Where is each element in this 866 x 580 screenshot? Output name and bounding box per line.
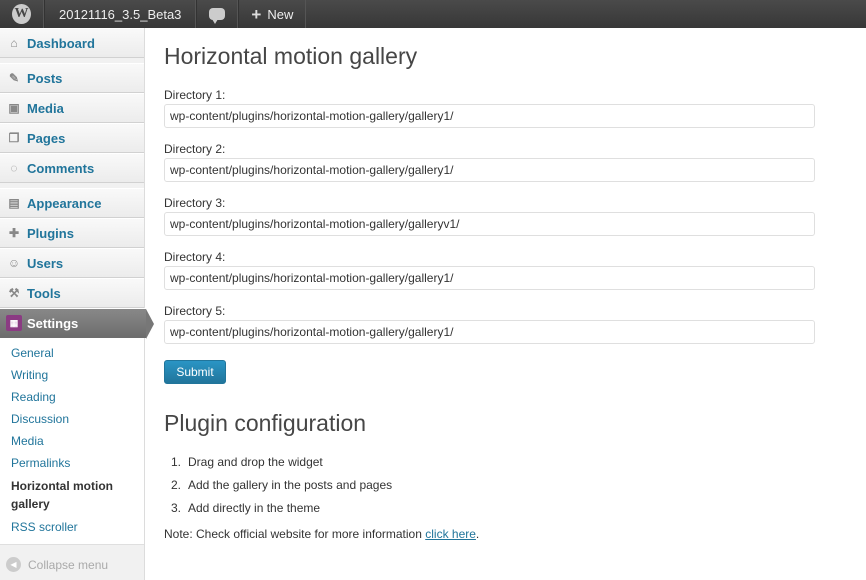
settings-icon: ▦ bbox=[6, 315, 22, 331]
site-name-label: 20121116_3.5_Beta3 bbox=[59, 6, 182, 22]
directory-4-label: Directory 4: bbox=[164, 250, 226, 264]
collapse-menu-button[interactable]: ◀ Collapse menu bbox=[0, 545, 144, 572]
wordpress-logo-icon: W bbox=[12, 4, 31, 24]
plugin-configuration-heading: Plugin configuration bbox=[164, 410, 367, 436]
sidebar-item-tools[interactable]: ⚒ Tools bbox=[0, 278, 144, 308]
sidebar-item-label: Settings bbox=[27, 315, 79, 331]
submenu-item-permalinks[interactable]: Permalinks bbox=[0, 452, 144, 474]
sidebar-item-label: Appearance bbox=[27, 195, 102, 211]
media-icon: ▣ bbox=[8, 101, 20, 115]
collapse-arrow-icon: ◀ bbox=[6, 557, 21, 572]
plug-icon: ✚ bbox=[8, 226, 20, 240]
submenu-item-horizontal-motion-gallery[interactable]: Horizontal motion gallery bbox=[0, 474, 130, 516]
main-content: Horizontal motion gallery Directory 1: D… bbox=[164, 28, 844, 541]
directory-2-input[interactable] bbox=[164, 158, 815, 182]
directory-2-label: Directory 2: bbox=[164, 142, 226, 156]
step-text: Drag and drop the widget bbox=[188, 455, 323, 469]
pages-icon: ❐ bbox=[8, 131, 20, 145]
appearance-icon: ▤ bbox=[8, 196, 20, 210]
sidebar-item-label: Users bbox=[27, 255, 64, 271]
directory-1-input[interactable] bbox=[164, 104, 815, 128]
wordpress-logo-button[interactable]: W bbox=[0, 0, 44, 28]
sidebar-item-posts[interactable]: ✎ Posts bbox=[0, 63, 144, 93]
sidebar-item-comments[interactable]: ◌ Comments bbox=[0, 153, 144, 183]
collapse-menu-label: Collapse menu bbox=[28, 557, 109, 572]
sidebar-item-pages[interactable]: ❐ Pages bbox=[0, 123, 144, 153]
submenu-item-reading[interactable]: Reading bbox=[0, 386, 144, 408]
step-number: 3. bbox=[171, 501, 182, 515]
sidebar-item-label: Media bbox=[27, 100, 64, 116]
click-here-link[interactable]: click here bbox=[425, 527, 476, 541]
home-icon: ⌂ bbox=[10, 36, 18, 50]
submenu-item-discussion[interactable]: Discussion bbox=[0, 408, 144, 430]
sidebar-item-appearance[interactable]: ▤ Appearance bbox=[0, 188, 144, 218]
directory-form: Directory 1: Directory 2: Directory 3: D… bbox=[164, 88, 844, 384]
admin-bar: W 20121116_3.5_Beta3 + New bbox=[0, 0, 866, 28]
tools-icon: ⚒ bbox=[8, 286, 20, 300]
submit-button[interactable]: Submit bbox=[164, 360, 226, 384]
directory-3-input[interactable] bbox=[164, 212, 815, 236]
sidebar-item-settings[interactable]: ▦ Settings bbox=[0, 308, 154, 339]
admin-sidebar: ⌂ Dashboard ✎ Posts ▣ Media ❐ Pages ◌ Co… bbox=[0, 28, 154, 580]
plus-icon: + bbox=[251, 4, 262, 24]
list-item: 2. Add the gallery in the posts and page… bbox=[171, 478, 844, 501]
directory-5-input[interactable] bbox=[164, 320, 815, 344]
comment-icon: ◌ bbox=[10, 161, 18, 175]
directory-3-label: Directory 3: bbox=[164, 196, 226, 210]
step-number: 1. bbox=[171, 455, 182, 469]
note-text: Note: Check official website for more in… bbox=[164, 527, 426, 541]
info-note: Note: Check official website for more in… bbox=[164, 527, 844, 541]
sidebar-item-label: Dashboard bbox=[27, 35, 95, 51]
sidebar-item-label: Tools bbox=[27, 285, 61, 301]
list-item: 3. Add directly in the theme bbox=[171, 501, 844, 524]
submenu-item-rss-scroller[interactable]: RSS scroller bbox=[0, 516, 144, 538]
list-item: 1. Drag and drop the widget bbox=[171, 455, 844, 478]
users-icon: ☺ bbox=[7, 256, 21, 270]
sidebar-item-media[interactable]: ▣ Media bbox=[0, 93, 144, 123]
pin-icon: ✎ bbox=[8, 71, 20, 85]
sidebar-item-dashboard[interactable]: ⌂ Dashboard bbox=[0, 28, 144, 58]
directory-5-label: Directory 5: bbox=[164, 304, 226, 318]
note-end: . bbox=[475, 527, 480, 541]
comment-bubble-icon bbox=[209, 8, 226, 24]
submenu-item-general[interactable]: General bbox=[0, 342, 144, 364]
settings-submenu: General Writing Reading Discussion Media… bbox=[0, 338, 144, 545]
sidebar-item-label: Pages bbox=[27, 130, 66, 146]
sidebar-item-plugins[interactable]: ✚ Plugins bbox=[0, 218, 144, 248]
step-number: 2. bbox=[171, 478, 182, 492]
directory-1-label: Directory 1: bbox=[164, 88, 226, 102]
step-text: Add directly in the theme bbox=[188, 501, 321, 515]
sidebar-item-label: Comments bbox=[27, 160, 95, 176]
submenu-item-media[interactable]: Media bbox=[0, 430, 144, 452]
submenu-item-writing[interactable]: Writing bbox=[0, 364, 144, 386]
sidebar-item-users[interactable]: ☺ Users bbox=[0, 248, 144, 278]
sidebar-item-label: Posts bbox=[27, 70, 63, 86]
directory-4-input[interactable] bbox=[164, 266, 815, 290]
page-title: Horizontal motion gallery bbox=[164, 43, 418, 69]
sidebar-item-label: Plugins bbox=[27, 225, 74, 241]
step-text: Add the gallery in the posts and pages bbox=[188, 478, 393, 492]
comments-button[interactable] bbox=[196, 0, 239, 28]
new-label: New bbox=[267, 6, 294, 22]
configuration-steps-list: 1. Drag and drop the widget 2. Add the g… bbox=[164, 455, 844, 524]
site-name-link[interactable]: 20121116_3.5_Beta3 bbox=[44, 0, 197, 28]
new-content-button[interactable]: + New bbox=[238, 0, 307, 28]
